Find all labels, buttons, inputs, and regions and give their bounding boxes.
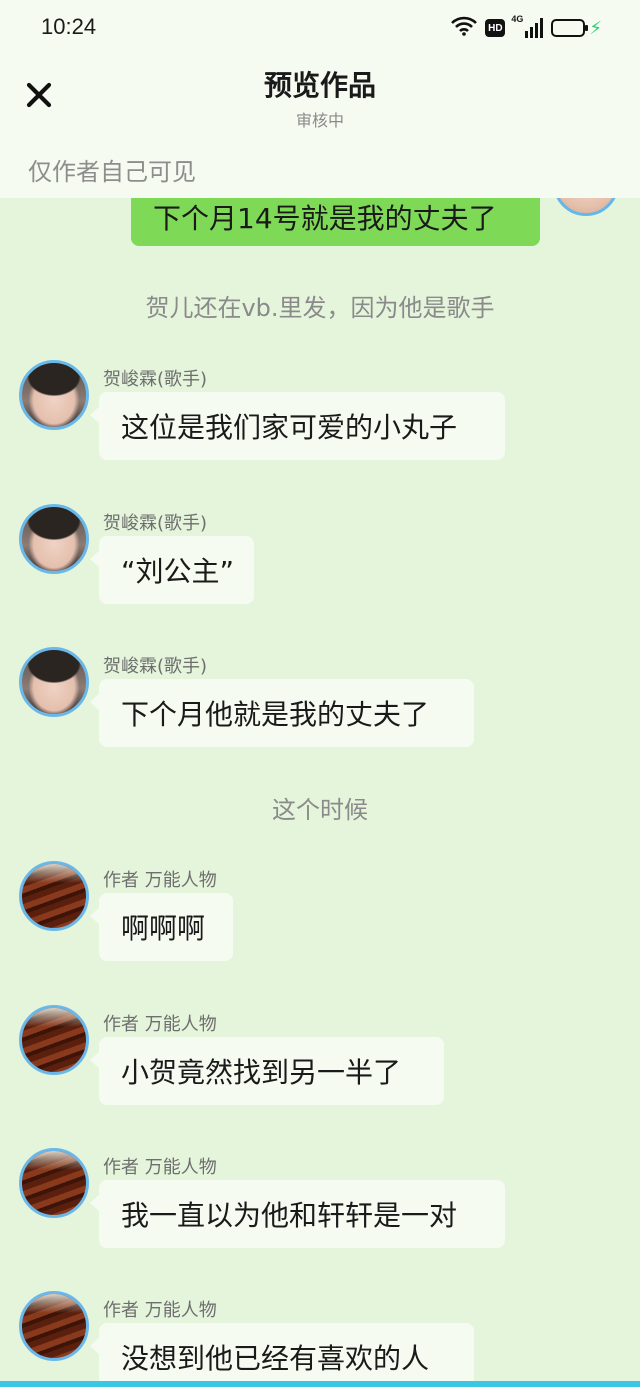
message-text: “刘公主”	[121, 555, 235, 588]
narration-text: 这个时候	[272, 796, 368, 824]
battery-icon	[551, 19, 589, 37]
message-bubble[interactable]: 小贺竟然找到另一半了	[90, 1037, 444, 1105]
hd-icon: HD	[485, 19, 506, 37]
top-bar: 10:24 HD 4G ⚡ 预览作品 审核中 仅作者自己可见	[0, 0, 640, 198]
singer-avatar[interactable]	[19, 360, 89, 430]
message-text: 小贺竟然找到另一半了	[121, 1056, 402, 1089]
status-bar: 10:24 HD 4G ⚡	[0, 0, 640, 56]
charging-icon: ⚡	[589, 17, 602, 39]
singer-avatar[interactable]	[19, 647, 89, 717]
sender-name: 作者 万能人物	[103, 870, 217, 891]
status-time: 10:24	[41, 14, 97, 39]
message-text: 没想到他已经有喜欢的人	[121, 1342, 430, 1375]
visibility-note: 仅作者自己可见	[28, 158, 196, 186]
message-bubble[interactable]: “刘公主”	[90, 536, 254, 604]
food-avatar[interactable]	[19, 861, 89, 931]
message-row: 贺峻霖(歌手) 下个月他就是我的丈夫了	[0, 647, 640, 757]
message-bubble[interactable]: 这位是我们家可爱的小丸子	[90, 392, 505, 460]
message-bubble[interactable]: 我一直以为他和轩轩是一对	[90, 1180, 505, 1248]
sender-name: 作者 万能人物	[103, 1157, 217, 1178]
message-row: 贺峻霖(歌手) “刘公主”	[0, 504, 640, 614]
message-bubble[interactable]: 下个月他就是我的丈夫了	[90, 679, 474, 747]
wifi-icon	[451, 16, 478, 40]
message-bubble[interactable]: 没想到他已经有喜欢的人	[90, 1323, 474, 1387]
message-row: 作者 万能人物 没想到他已经有喜欢的人	[0, 1291, 640, 1387]
sender-name: 贺峻霖(歌手)	[103, 369, 208, 390]
message-text: 啊啊啊	[121, 912, 206, 945]
message-row: 作者 万能人物 啊啊啊	[0, 861, 640, 971]
review-status: 审核中	[295, 111, 344, 130]
singer-avatar[interactable]	[19, 504, 89, 574]
food-avatar[interactable]	[19, 1148, 89, 1218]
right-message-text: 下个月14号就是我的丈夫了	[153, 202, 497, 235]
message-bubble[interactable]: 啊啊啊	[90, 893, 233, 961]
food-avatar[interactable]	[19, 1291, 89, 1361]
network-type-label: 4G	[511, 14, 524, 24]
page-title: 预览作品	[263, 69, 376, 102]
sender-name: 贺峻霖(歌手)	[103, 656, 208, 677]
bottom-indicator	[0, 1381, 640, 1387]
message-row: 作者 万能人物 小贺竟然找到另一半了	[0, 1005, 640, 1115]
message-text: 我一直以为他和轩轩是一对	[121, 1199, 458, 1232]
sender-name: 作者 万能人物	[103, 1300, 217, 1321]
message-row: 作者 万能人物 我一直以为他和轩轩是一对	[0, 1148, 640, 1258]
signal-4g-icon: 4G	[511, 14, 544, 38]
sender-name: 贺峻霖(歌手)	[103, 513, 208, 534]
message-text: 这位是我们家可爱的小丸子	[121, 411, 458, 444]
message-text: 下个月他就是我的丈夫了	[121, 698, 430, 731]
sender-name: 作者 万能人物	[103, 1014, 217, 1035]
narration-text: 贺儿还在vb.里发，因为他是歌手	[145, 294, 495, 322]
food-avatar[interactable]	[19, 1005, 89, 1075]
status-icons: HD 4G ⚡	[451, 14, 602, 40]
chat-area[interactable]: 下个月14号就是我的丈夫了 贺儿还在vb.里发，因为他是歌手 贺峻霖(歌手) 这…	[0, 0, 640, 1387]
message-row: 贺峻霖(歌手) 这位是我们家可爱的小丸子	[0, 360, 640, 470]
